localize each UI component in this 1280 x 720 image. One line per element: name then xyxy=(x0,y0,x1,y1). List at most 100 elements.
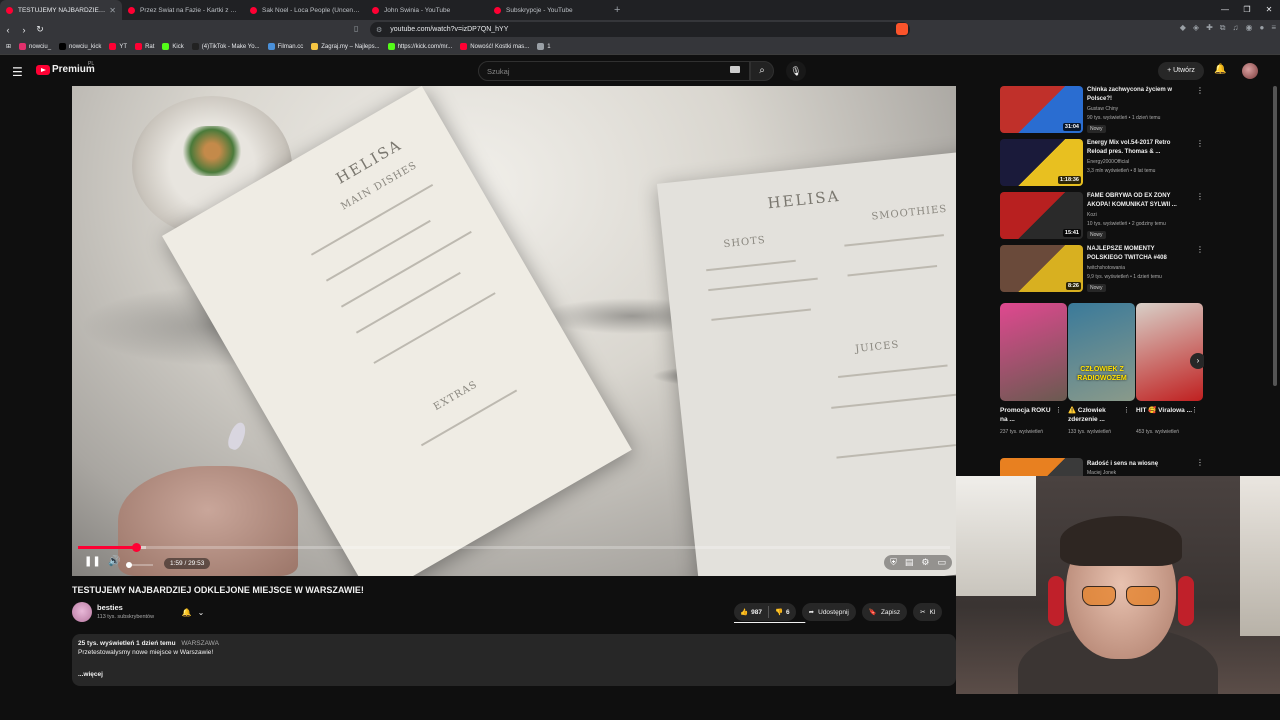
description-box[interactable]: 25 tys. wyświetleń 1 dzień temu WARSZAWA… xyxy=(72,634,956,686)
browser-tab[interactable]: John Świnia - YouTube xyxy=(366,0,488,20)
bookmark-item[interactable]: https://kick.com/mr... xyxy=(387,43,452,50)
short-thumbnail[interactable] xyxy=(1136,303,1203,401)
video-thumbnail[interactable]: 8:26 xyxy=(1000,245,1083,292)
keyboard-icon[interactable] xyxy=(730,66,740,73)
account-avatar[interactable] xyxy=(1242,63,1258,79)
vpn-icon[interactable]: ◉ xyxy=(1246,23,1253,33)
channel-name[interactable]: besties xyxy=(97,603,123,612)
subscribed-button[interactable]: 🔔 ⌄ xyxy=(176,604,210,620)
video-thumbnail[interactable]: 1:18:36 xyxy=(1000,139,1083,186)
extension-icon[interactable]: ◆ xyxy=(1180,23,1186,33)
reload-icon[interactable]: ↻ xyxy=(32,24,48,35)
restore-icon[interactable]: ❐ xyxy=(1236,0,1258,20)
bookmark-item[interactable]: Nowość! Kostki mas... xyxy=(460,43,529,50)
create-button[interactable]: + Utwórz xyxy=(1158,62,1204,80)
recommended-title[interactable]: NAJLEPSZE MOMENTY POLSKIEGO TWITCHA #408 xyxy=(1087,245,1187,263)
miniplayer-icon[interactable]: ▭ xyxy=(937,557,946,568)
browser-tab[interactable]: Subskrypcje - YouTube xyxy=(488,0,610,20)
short-thumbnail[interactable]: CZŁOWIEK Z RADIOWOZEM xyxy=(1068,303,1135,401)
bookmark-item[interactable]: Rat xyxy=(135,43,154,50)
chevron-right-icon[interactable]: › xyxy=(1190,353,1204,369)
short-thumbnail[interactable] xyxy=(1000,303,1067,401)
recommended-title[interactable]: Radość i sens na wiosnę xyxy=(1087,460,1187,469)
bookmark-item[interactable]: nowciu_kick xyxy=(59,43,101,50)
more-options-icon[interactable]: ⋮ xyxy=(1196,458,1204,467)
recommended-channel[interactable]: Gustaw Chiny xyxy=(1087,106,1118,112)
youtube-logo-icon[interactable] xyxy=(36,65,50,75)
forward-arrow-icon[interactable]: › xyxy=(16,25,32,35)
back-arrow-icon[interactable]: ‹ xyxy=(0,25,16,35)
more-options-icon[interactable]: ⋮ xyxy=(1196,139,1204,148)
more-options-icon[interactable]: ⋮ xyxy=(1191,406,1198,414)
browser-tab[interactable]: TESTUJEMY NAJBARDZIEJ OD ✕ xyxy=(0,0,122,20)
hamburger-menu-icon[interactable]: ☰ xyxy=(12,65,23,79)
share-button[interactable]: ➦ Udostępnij xyxy=(801,603,856,621)
more-options-icon[interactable]: ⋮ xyxy=(1196,86,1204,95)
bookmark-item[interactable]: Kick xyxy=(162,43,184,50)
bookmark-item[interactable]: 1 xyxy=(537,43,551,50)
recommended-title[interactable]: Chinka zachwycona życiem w Polsce?! xyxy=(1087,86,1187,104)
video-thumbnail[interactable]: 15:41 xyxy=(1000,192,1083,239)
volume-slider[interactable] xyxy=(129,564,153,566)
more-options-icon[interactable]: ⋮ xyxy=(1055,406,1062,414)
page-scrollbar[interactable] xyxy=(1273,86,1277,386)
recommended-channel[interactable]: Kozi xyxy=(1087,212,1097,218)
subtitles-icon[interactable]: ▤ xyxy=(905,557,914,568)
channel-avatar[interactable] xyxy=(72,602,92,622)
apps-grid-icon[interactable]: ⊞ xyxy=(6,43,11,50)
bookmark-page-icon[interactable]: ▯ xyxy=(354,24,358,33)
volume-handle[interactable] xyxy=(126,562,132,568)
recommended-video[interactable]: 1:18:36 Energy Mix vol.54-2017 Retro Rel… xyxy=(1000,139,1204,189)
extensions-puzzle-icon[interactable]: ⧉ xyxy=(1220,23,1226,33)
like-button[interactable]: 👍 987 xyxy=(734,608,768,617)
site-info-icon[interactable]: ⚙ xyxy=(376,26,382,34)
autoplay-toggle-icon[interactable]: ⛨ xyxy=(890,557,897,568)
volume-icon[interactable]: 🔊 xyxy=(108,556,120,567)
profile-icon[interactable]: ● xyxy=(1259,23,1264,33)
bookmark-item[interactable]: (4)TikTok - Make Yo... xyxy=(191,43,260,50)
progress-bar[interactable] xyxy=(78,543,950,552)
extension-icon[interactable]: ✚ xyxy=(1206,23,1213,33)
short-title[interactable]: Promocja ROKU na ... xyxy=(1000,406,1056,424)
minimize-icon[interactable]: — xyxy=(1214,0,1236,20)
browser-tab[interactable]: Przez Świat na Fazie - Kartki z podróż xyxy=(122,0,244,20)
media-control-icon[interactable]: ♫ xyxy=(1233,23,1239,33)
short-title[interactable]: ⚠️ Człowiek zderzenie ... xyxy=(1068,406,1124,424)
scrubber-handle[interactable] xyxy=(131,543,141,552)
recommended-video[interactable]: Radość i sens na wiosnę Maciej Jonek ⋮ xyxy=(1000,458,1204,476)
recommended-title[interactable]: FAME OBRYWA OD EX ŻONY AKOPA! KOMUNIKAT … xyxy=(1087,192,1187,210)
video-thumbnail[interactable] xyxy=(1000,458,1083,476)
more-options-icon[interactable]: ⋮ xyxy=(1196,192,1204,201)
recommended-channel[interactable]: Energy2000Official xyxy=(1087,159,1129,165)
brave-shield-icon[interactable] xyxy=(896,23,908,35)
location-hashtag[interactable]: WARSZAWA xyxy=(181,640,219,647)
close-window-icon[interactable]: ✕ xyxy=(1258,0,1280,20)
close-tab-icon[interactable]: ✕ xyxy=(109,6,116,15)
settings-gear-icon[interactable]: ⚙ xyxy=(921,557,929,568)
recommended-video[interactable]: 15:41 FAME OBRYWA OD EX ŻONY AKOPA! KOMU… xyxy=(1000,192,1204,242)
video-thumbnail[interactable]: 31:04 xyxy=(1000,86,1083,133)
search-button[interactable]: ⌕ xyxy=(750,61,774,81)
recommended-video[interactable]: 31:04 Chinka zachwycona życiem w Polsce?… xyxy=(1000,86,1204,136)
recommended-video[interactable]: 8:26 NAJLEPSZE MOMENTY POLSKIEGO TWITCHA… xyxy=(1000,245,1204,295)
new-tab-button[interactable]: + xyxy=(614,4,620,16)
browser-menu-icon[interactable]: ≡ xyxy=(1271,23,1276,33)
video-player[interactable]: HELISA SHOTS SMOOTHIES JUICES HELISA MAI… xyxy=(72,86,956,576)
more-options-icon[interactable]: ⋮ xyxy=(1196,245,1204,254)
notifications-bell-icon[interactable]: 🔔 xyxy=(1214,64,1226,75)
address-bar[interactable]: ⚙ youtube.com/watch?v=izDP7QN_hYY xyxy=(370,22,910,37)
recommended-channel[interactable]: twitchshotowania xyxy=(1087,265,1125,271)
bookmark-item[interactable]: Zagraj.my – Najleps... xyxy=(311,43,380,50)
short-title[interactable]: HIT 🥰 Viralowa ... xyxy=(1136,406,1192,424)
more-options-icon[interactable]: ⋮ xyxy=(1123,406,1130,414)
pause-icon[interactable]: ❚❚ xyxy=(84,556,101,567)
save-button[interactable]: 🔖 Zapisz xyxy=(861,603,908,621)
recommended-title[interactable]: Energy Mix vol.54-2017 Retro Reload pres… xyxy=(1087,139,1187,157)
bookmark-item[interactable]: Filman.cc xyxy=(267,43,303,50)
dislike-button[interactable]: 👎 6 xyxy=(769,608,796,617)
browser-tab[interactable]: Sak Noel - Loca People (Uncensored xyxy=(244,0,366,20)
clip-button[interactable]: ✂ Kl xyxy=(913,603,943,621)
extension-icon[interactable]: ◈ xyxy=(1193,23,1199,33)
microphone-icon[interactable]: 🎙 xyxy=(786,61,806,81)
bookmark-item[interactable]: YT xyxy=(109,43,127,50)
